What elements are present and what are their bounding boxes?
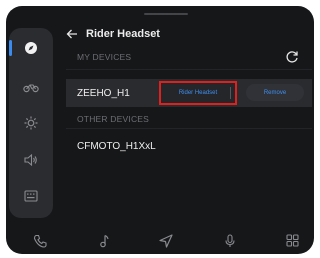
- bottom-nav-music[interactable]: [92, 232, 116, 254]
- divider: [66, 128, 312, 129]
- side-rail: [9, 28, 53, 218]
- compass-icon: [24, 41, 38, 55]
- section-label-my-devices: MY DEVICES: [77, 52, 132, 62]
- remove-label: Remove: [263, 89, 287, 96]
- rail-item-keyboard[interactable]: [9, 179, 53, 213]
- bottom-nav-microphone[interactable]: [218, 232, 242, 254]
- bottom-nav-phone[interactable]: [28, 232, 52, 254]
- page-header: Rider Headset: [66, 25, 160, 43]
- device-row-cfmoto-h1xxl[interactable]: CFMOTO_H1XxL: [66, 132, 312, 160]
- rider-headset-label: Rider Headset: [178, 90, 218, 96]
- rail-item-brightness[interactable]: [9, 106, 53, 140]
- bottom-nav-bar: [6, 232, 314, 254]
- status-notch: [144, 13, 188, 15]
- section-label-other-devices: OTHER DEVICES: [77, 114, 150, 124]
- microphone-icon: [224, 233, 236, 253]
- back-arrow-icon[interactable]: [66, 27, 80, 41]
- motorcycle-icon: [23, 81, 39, 93]
- navigation-icon: [159, 233, 173, 253]
- keyboard-icon: [24, 190, 38, 202]
- device-name: ZEEHO_H1: [77, 87, 130, 99]
- bottom-nav-apps[interactable]: [280, 232, 304, 254]
- remove-button[interactable]: Remove: [246, 84, 304, 101]
- rail-item-motorcycle[interactable]: [9, 70, 53, 104]
- refresh-icon[interactable]: [285, 50, 299, 64]
- phone-icon: [33, 234, 47, 253]
- bottom-nav-navigation[interactable]: [154, 232, 178, 254]
- volume-icon: [24, 154, 38, 166]
- brightness-icon: [24, 116, 38, 130]
- divider: [66, 69, 312, 70]
- device-name: CFMOTO_H1XxL: [77, 140, 156, 152]
- app-screen: Rider Headset MY DEVICES ZEEHO_H1 Rider …: [6, 6, 314, 254]
- music-icon: [98, 234, 110, 253]
- rider-headset-button[interactable]: Rider Headset: [159, 81, 237, 105]
- button-separator: [230, 87, 231, 99]
- apps-grid-icon: [285, 234, 299, 252]
- rail-item-compass[interactable]: [9, 31, 53, 65]
- page-title: Rider Headset: [86, 28, 160, 40]
- rail-item-volume[interactable]: [9, 143, 53, 177]
